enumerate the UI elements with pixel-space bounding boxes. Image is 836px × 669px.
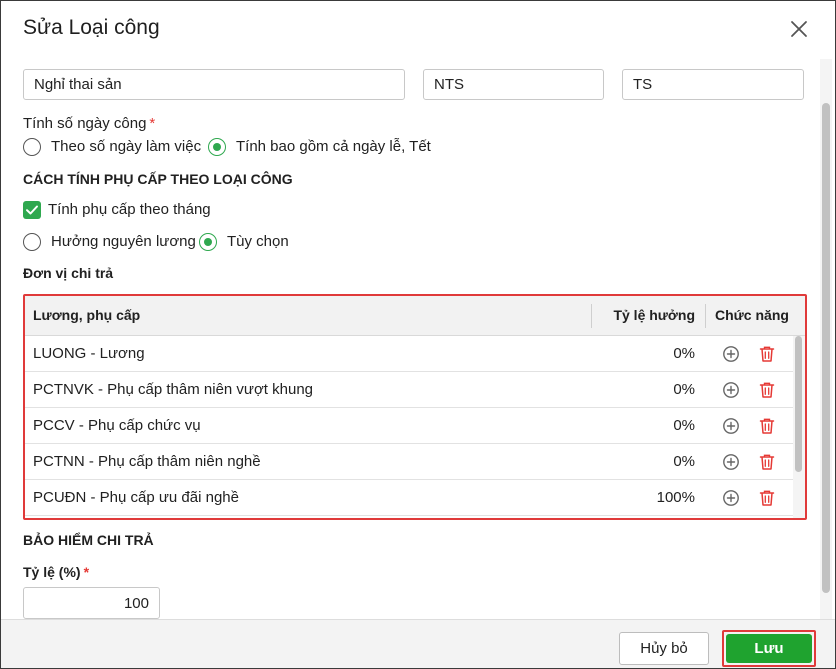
add-row-button[interactable] [721, 452, 741, 472]
allowance-name: PCCV - Phụ cấp chức vụ [33, 417, 201, 434]
check-icon [26, 205, 38, 215]
work-type-symbol-input[interactable] [622, 69, 804, 100]
monthly-allowance-label: Tính phụ cấp theo tháng [48, 201, 211, 218]
save-button[interactable]: Lưu [726, 634, 812, 663]
allowance-rate[interactable]: 0% [605, 381, 695, 398]
table-row[interactable]: PCTNN - Phụ cấp thâm niên nghề 0% [25, 444, 793, 480]
dialog-header: Sửa Loại công [1, 1, 835, 59]
close-icon [791, 21, 807, 37]
radio-full-salary-label: Hưởng nguyên lương [51, 233, 196, 250]
radio-by-working-days[interactable] [23, 138, 41, 156]
allowance-rate[interactable]: 0% [605, 453, 695, 470]
trash-icon [759, 346, 775, 362]
add-circle-icon [723, 346, 739, 362]
column-header-rate: Tỷ lệ hưởng [613, 307, 695, 323]
delete-row-button[interactable] [757, 416, 777, 436]
add-circle-icon [723, 490, 739, 506]
required-mark: * [149, 115, 156, 132]
cancel-button[interactable]: Hủy bỏ [619, 632, 709, 665]
radio-include-holidays-label: Tính bao gồm cả ngày lễ, Tết [236, 138, 431, 155]
allowance-name: PCUĐN - Phụ cấp ưu đãi nghề [33, 489, 239, 506]
delete-row-button[interactable] [757, 380, 777, 400]
trash-icon [759, 490, 775, 506]
required-mark: * [83, 564, 90, 580]
column-header-actions: Chức năng [715, 307, 789, 323]
allowance-section-heading: CÁCH TÍNH PHỤ CẤP THEO LOẠI CÔNG [23, 171, 293, 187]
dialog-footer: Hủy bỏ Lưu [1, 619, 835, 668]
allowance-name: LUONG - Lương [33, 345, 145, 362]
add-circle-icon [723, 418, 739, 434]
allowance-rate[interactable]: 0% [605, 345, 695, 362]
trash-icon [759, 454, 775, 470]
close-button[interactable] [787, 17, 811, 41]
radio-include-holidays[interactable] [208, 138, 226, 156]
table-row[interactable]: LUONG - Lương 0% [25, 336, 793, 372]
grid-scrollbar-thumb[interactable] [795, 336, 802, 472]
edit-work-type-dialog: Sửa Loại công Tính số ngày công* Theo số… [0, 0, 836, 669]
column-header-allowance: Lương, phụ cấp [33, 307, 141, 323]
allowance-name: PCTNVK - Phụ cấp thâm niên vượt khung [33, 381, 314, 398]
table-row[interactable]: PCUĐN - Phụ cấp ưu đãi nghề 100% [25, 480, 793, 516]
add-row-button[interactable] [721, 416, 741, 436]
payer-label: Đơn vị chi trả [23, 265, 114, 281]
workday-calc-label: Tính số ngày công * [23, 115, 155, 132]
allowance-rate[interactable]: 0% [605, 417, 695, 434]
insurance-rate-label-text: Tỷ lệ (%) [23, 564, 81, 580]
trash-icon [759, 382, 775, 398]
allowance-name: PCTNN - Phụ cấp thâm niên nghề [33, 453, 261, 470]
insurance-rate-input[interactable] [23, 587, 160, 619]
add-circle-icon [723, 454, 739, 470]
table-row[interactable]: PCTNVK - Phụ cấp thâm niên vượt khung 0% [25, 372, 793, 408]
radio-custom-label: Tùy chọn [227, 233, 289, 250]
table-row[interactable]: PCCV - Phụ cấp chức vụ 0% [25, 408, 793, 444]
add-circle-icon [723, 382, 739, 398]
dialog-scrollbar-thumb[interactable] [822, 103, 830, 593]
grid-scrollbar[interactable] [793, 336, 805, 518]
workday-calc-label-text: Tính số ngày công [23, 115, 147, 132]
delete-row-button[interactable] [757, 488, 777, 508]
work-type-name-input[interactable] [23, 69, 405, 100]
work-type-code-input[interactable] [423, 69, 604, 100]
delete-row-button[interactable] [757, 344, 777, 364]
dialog-scrollbar[interactable] [820, 59, 832, 619]
add-row-button[interactable] [721, 344, 741, 364]
radio-full-salary[interactable] [23, 233, 41, 251]
monthly-allowance-checkbox[interactable] [23, 201, 41, 219]
dialog-title: Sửa Loại công [23, 16, 160, 39]
add-row-button[interactable] [721, 380, 741, 400]
radio-by-working-days-label: Theo số ngày làm việc [51, 138, 202, 155]
delete-row-button[interactable] [757, 452, 777, 472]
trash-icon [759, 418, 775, 434]
insurance-heading: BẢO HIỂM CHI TRẢ [23, 532, 154, 548]
radio-custom[interactable] [199, 233, 217, 251]
dialog-body: Tính số ngày công* Theo số ngày làm việc… [1, 59, 835, 619]
grid-header: Lương, phụ cấp Tỷ lệ hưởng Chức năng [25, 296, 805, 336]
add-row-button[interactable] [721, 488, 741, 508]
allowance-grid: Lương, phụ cấp Tỷ lệ hưởng Chức năng LUO… [23, 294, 807, 520]
insurance-rate-label: Tỷ lệ (%) * [23, 564, 89, 580]
allowance-rate[interactable]: 100% [605, 489, 695, 506]
